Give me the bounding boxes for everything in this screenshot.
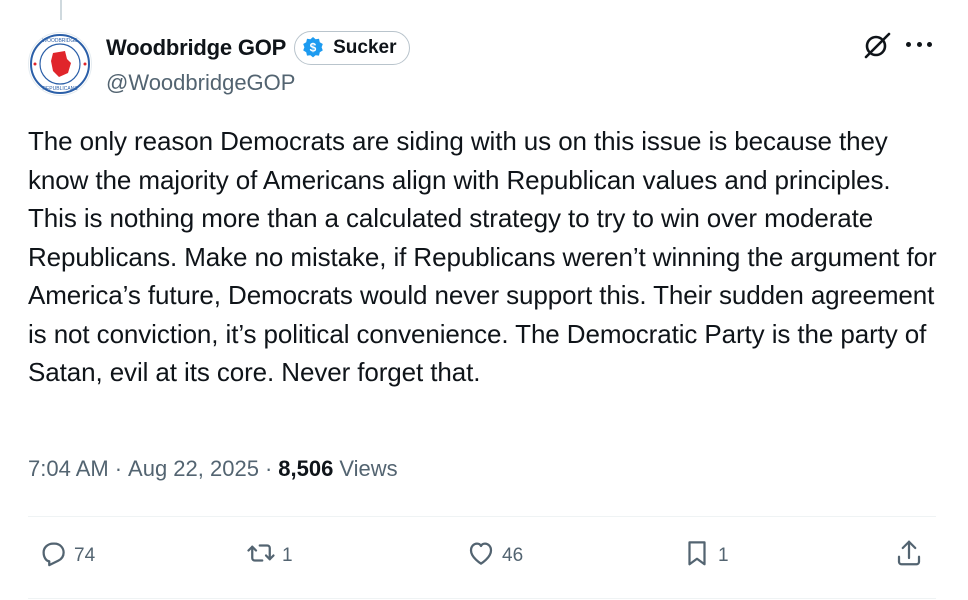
bookmark-icon: [682, 538, 712, 574]
more-dot: [916, 41, 922, 47]
repost-count: 1: [282, 545, 293, 566]
reply-icon: [38, 538, 68, 574]
like-icon: [466, 538, 496, 574]
bookmark-button[interactable]: 1: [682, 536, 729, 576]
divider: [28, 516, 936, 517]
author-name-row: Woodbridge GOP $ Sucker: [106, 30, 410, 66]
like-count: 46: [502, 545, 524, 566]
more-dot: [927, 41, 932, 47]
thread-connector-line: [60, 0, 62, 20]
avatar[interactable]: WOODBRIDGE REPUBLICANS: [28, 32, 92, 96]
tweet-time[interactable]: 7:04 AM: [28, 456, 109, 482]
author-display-name[interactable]: Woodbridge GOP: [106, 35, 286, 61]
more-icon[interactable]: [906, 36, 932, 52]
repost-button[interactable]: 1: [246, 536, 293, 576]
views-count: 8,506: [278, 456, 334, 481]
like-button[interactable]: 46: [466, 536, 523, 576]
woodbridge-seal-icon: WOODBRIDGE REPUBLICANS: [30, 34, 90, 94]
badge-label: Sucker: [333, 37, 397, 58]
share-icon: [894, 538, 924, 574]
repost-icon: [246, 538, 276, 574]
svg-text:$: $: [310, 41, 317, 55]
views-label: Views: [339, 456, 398, 481]
author-handle[interactable]: @WoodbridgeGOP: [106, 70, 295, 96]
share-button[interactable]: [894, 536, 924, 576]
more-dot: [906, 41, 911, 47]
tweet-meta: 7:04 AM · Aug 22, 2025 · 8,506 Views: [28, 456, 398, 482]
action-bar: 74 1 46 1: [28, 536, 936, 576]
tweet-date[interactable]: Aug 22, 2025: [128, 456, 259, 482]
bookmark-count: 1: [718, 545, 729, 566]
verification-badge[interactable]: $ Sucker: [294, 31, 410, 65]
meta-separator: ·: [264, 456, 273, 481]
grok-icon[interactable]: [862, 30, 892, 60]
svg-text:REPUBLICANS: REPUBLICANS: [42, 86, 78, 92]
meta-separator: ·: [114, 456, 123, 481]
reply-button[interactable]: 74: [38, 536, 95, 576]
dollar-badge-icon: $: [301, 36, 325, 60]
tweet-text: The only reason Democrats are siding wit…: [28, 126, 943, 387]
reply-count: 74: [74, 545, 96, 566]
bottom-divider: [28, 598, 936, 599]
svg-text:WOODBRIDGE: WOODBRIDGE: [42, 38, 78, 44]
